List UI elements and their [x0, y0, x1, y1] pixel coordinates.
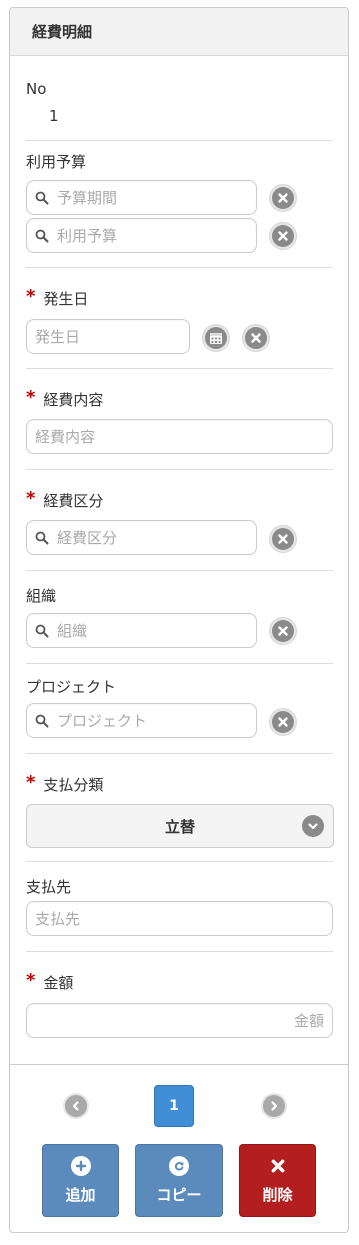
payee-field: 支払先 — [26, 876, 334, 897]
required-mark: * — [26, 286, 36, 307]
no-field: No 1 — [26, 80, 334, 125]
prev-icon — [72, 1101, 79, 1111]
copy-button-label: コピー — [156, 1186, 202, 1204]
clear-icon — [277, 625, 289, 637]
divider — [26, 861, 333, 862]
budget-input[interactable]: 利用予算 — [26, 218, 257, 253]
organization-clear-button[interactable] — [269, 617, 297, 645]
organization-placeholder: 組織 — [57, 622, 88, 640]
clear-icon — [277, 533, 289, 545]
occurrence-date-placeholder: 発生日 — [35, 328, 81, 346]
no-value: 1 — [49, 107, 59, 125]
next-icon — [271, 1101, 278, 1111]
budget-period-placeholder: 予算期間 — [57, 189, 118, 207]
clear-icon — [277, 192, 289, 204]
required-mark: * — [26, 970, 36, 991]
expense-category-input[interactable]: 経費区分 — [26, 520, 257, 555]
footer-divider — [10, 1064, 348, 1065]
add-button[interactable]: 追加 — [42, 1144, 119, 1217]
budget-clear-button[interactable] — [269, 222, 297, 250]
required-mark: * — [26, 488, 36, 509]
expense-content-input[interactable]: 経費内容 — [26, 419, 333, 454]
payee-label: 支払先 — [26, 878, 72, 896]
payment-type-field: * 支払分類 — [26, 772, 334, 795]
expense-category-clear-button[interactable] — [269, 525, 297, 553]
organization-input[interactable]: 組織 — [26, 613, 257, 648]
occurrence-date-field: * 発生日 — [26, 286, 334, 309]
delete-icon — [268, 1156, 288, 1176]
expense-detail-card: 経費明細 No 1 利用予算 予算期間 利用予算 * 発生日 発生日 * 経費内… — [9, 7, 349, 1233]
occurrence-date-clear-button[interactable] — [242, 324, 270, 352]
budget-field: 利用予算 — [26, 151, 334, 172]
payment-type-select[interactable]: 立替 — [26, 804, 334, 848]
clear-icon — [250, 332, 262, 344]
project-clear-button[interactable] — [269, 708, 297, 736]
payment-type-selected: 立替 — [164, 817, 195, 836]
plus-icon — [70, 1156, 91, 1176]
calendar-icon — [210, 333, 222, 344]
copy-icon — [169, 1156, 189, 1176]
occurrence-date-input[interactable]: 発生日 — [26, 319, 190, 354]
payment-type-label: 支払分類 — [43, 776, 104, 794]
card-header: 経費明細 — [10, 8, 348, 56]
project-placeholder: プロジェクト — [57, 712, 148, 730]
payee-input[interactable]: 支払先 — [26, 901, 333, 936]
expense-content-label: 経費内容 — [43, 391, 104, 409]
amount-label: 金額 — [43, 974, 74, 992]
divider — [26, 368, 333, 369]
amount-input[interactable]: 金額 — [26, 1003, 333, 1038]
divider — [26, 267, 333, 268]
budget-period-clear-button[interactable] — [269, 184, 297, 212]
payee-placeholder: 支払先 — [35, 910, 81, 928]
calendar-button[interactable] — [202, 324, 230, 352]
project-label: プロジェクト — [26, 678, 117, 696]
project-input[interactable]: プロジェクト — [26, 703, 257, 738]
occurrence-date-label: 発生日 — [43, 290, 89, 308]
copy-button[interactable]: コピー — [135, 1144, 223, 1217]
expense-category-placeholder: 経費区分 — [57, 529, 118, 547]
divider — [26, 570, 333, 571]
delete-button[interactable]: 削除 — [239, 1144, 316, 1217]
expense-content-field: * 経費内容 — [26, 387, 334, 410]
amount-placeholder: 金額 — [293, 1012, 324, 1030]
project-field: プロジェクト — [26, 676, 334, 697]
search-icon — [35, 531, 49, 545]
search-icon — [35, 229, 49, 243]
amount-field: * 金額 — [26, 970, 334, 993]
clear-icon — [277, 230, 289, 242]
search-icon — [35, 624, 49, 638]
budget-placeholder: 利用予算 — [57, 227, 118, 245]
no-label: No — [26, 80, 47, 98]
expense-category-label: 経費区分 — [43, 492, 104, 510]
divider — [26, 140, 333, 141]
divider — [26, 469, 333, 470]
budget-period-input[interactable]: 予算期間 — [26, 180, 257, 215]
divider — [26, 663, 333, 664]
search-icon — [35, 714, 49, 728]
expense-category-field: * 経費区分 — [26, 488, 334, 511]
next-page-button[interactable] — [261, 1093, 287, 1119]
divider — [26, 753, 333, 754]
required-mark: * — [26, 387, 36, 408]
delete-button-label: 削除 — [262, 1186, 293, 1204]
organization-field: 組織 — [26, 585, 334, 606]
divider — [26, 951, 333, 952]
page-number-button[interactable]: 1 — [154, 1085, 194, 1127]
organization-label: 組織 — [26, 587, 57, 605]
budget-label: 利用予算 — [26, 153, 87, 171]
required-mark: * — [26, 772, 36, 793]
search-icon — [35, 191, 49, 205]
add-button-label: 追加 — [65, 1186, 96, 1204]
prev-page-button[interactable] — [63, 1093, 89, 1119]
chevron-down-icon — [302, 815, 324, 837]
page-title: 経費明細 — [32, 23, 93, 41]
clear-icon — [277, 716, 289, 728]
expense-content-placeholder: 経費内容 — [35, 428, 96, 446]
